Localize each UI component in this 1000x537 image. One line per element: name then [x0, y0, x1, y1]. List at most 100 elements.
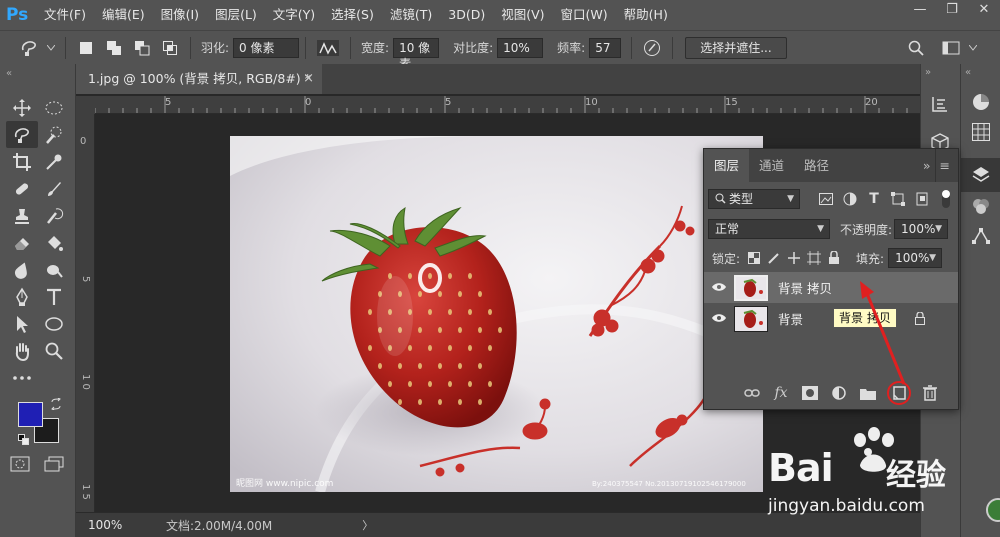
blur-tool-icon[interactable]: [6, 256, 38, 283]
blend-mode-dropdown[interactable]: 正常 ▼: [708, 219, 830, 239]
adjustment-icon[interactable]: [829, 383, 849, 403]
fx-icon[interactable]: fx: [771, 383, 791, 403]
type-tool-icon[interactable]: [38, 283, 70, 310]
filter-shape-icon[interactable]: [888, 189, 908, 209]
menu-type[interactable]: 文字(Y): [265, 0, 323, 30]
menu-view[interactable]: 视图(V): [493, 0, 552, 30]
default-colors-icon[interactable]: [18, 434, 30, 446]
layer-thumbnail[interactable]: [734, 305, 768, 332]
tab-layers[interactable]: 图层: [704, 149, 750, 182]
dodge-tool-icon[interactable]: [38, 256, 70, 283]
channels-panel-icon[interactable]: [971, 196, 991, 219]
contrast-input[interactable]: 10%: [497, 37, 544, 58]
document-canvas[interactable]: 昵图网 www.nipic.com By:240375547 No.201307…: [230, 136, 763, 492]
collapse-icon[interactable]: «: [6, 68, 12, 79]
layer-filter-dropdown[interactable]: 类型 ▼: [708, 189, 800, 209]
folder-icon[interactable]: [858, 383, 878, 403]
filter-type-icon[interactable]: T: [864, 189, 884, 209]
lock-transparent-icon[interactable]: [744, 248, 764, 268]
brush-tool-icon[interactable]: [38, 175, 70, 202]
zoom-tool-icon[interactable]: [38, 337, 70, 364]
close-tab-icon[interactable]: ×: [303, 64, 314, 94]
vertical-ruler[interactable]: 0 5 1 0 1 5: [76, 114, 95, 512]
intersect-selection-icon[interactable]: [159, 37, 181, 59]
filter-adjustment-icon[interactable]: [840, 189, 860, 209]
layer-thumbnail[interactable]: [734, 274, 768, 301]
paths-panel-icon[interactable]: [971, 226, 991, 249]
width-input[interactable]: 10 像素: [393, 37, 440, 71]
magnetic-lasso-preset-icon[interactable]: [18, 37, 40, 59]
pen-pressure-icon[interactable]: [641, 37, 663, 59]
healing-brush-tool-icon[interactable]: [6, 175, 38, 202]
hand-tool-icon[interactable]: [6, 337, 38, 364]
restore-button[interactable]: ❐: [936, 0, 968, 20]
horizontal-ruler[interactable]: 5 0 5 10 15 20: [95, 96, 920, 114]
quick-selection-tool-icon[interactable]: [38, 121, 70, 148]
menu-file[interactable]: 文件(F): [36, 0, 94, 30]
document-tab[interactable]: 1.jpg @ 100% (背景 拷贝, RGB/8#) * ×: [76, 64, 322, 94]
lock-pixels-icon[interactable]: [764, 248, 784, 268]
history-brush-tool-icon[interactable]: [38, 202, 70, 229]
tablet-pressure-icon[interactable]: [315, 37, 341, 59]
new-selection-icon[interactable]: [75, 37, 97, 59]
menu-edit[interactable]: 编辑(E): [94, 0, 153, 30]
menu-help[interactable]: 帮助(H): [616, 0, 676, 30]
eraser-tool-icon[interactable]: [6, 229, 38, 256]
panel-menu-icon[interactable]: ≡: [934, 149, 958, 182]
filter-toggle[interactable]: [942, 190, 950, 208]
menu-select[interactable]: 选择(S): [323, 0, 382, 30]
tab-channels[interactable]: 通道: [749, 149, 794, 182]
visibility-eye-icon[interactable]: [704, 312, 734, 326]
subtract-selection-icon[interactable]: [131, 37, 153, 59]
workspace-icon[interactable]: [940, 37, 962, 59]
menu-layer[interactable]: 图层(L): [207, 0, 265, 30]
crop-tool-icon[interactable]: [6, 148, 38, 175]
menu-filter[interactable]: 滤镜(T): [382, 0, 440, 30]
collapse-icon[interactable]: »: [925, 67, 931, 78]
zoom-level[interactable]: 100%: [76, 518, 152, 532]
filter-pixel-icon[interactable]: [816, 189, 836, 209]
color-panel-icon[interactable]: [971, 92, 991, 115]
minimize-button[interactable]: —: [904, 0, 936, 20]
mask-icon[interactable]: [800, 383, 820, 403]
layers-panel-icon[interactable]: [961, 158, 1000, 192]
swap-colors-icon[interactable]: [50, 397, 62, 411]
trash-icon[interactable]: [920, 383, 940, 403]
marquee-tool-icon[interactable]: [38, 94, 70, 121]
tab-paths[interactable]: 路径: [794, 149, 839, 182]
chevron-down-icon[interactable]: [968, 37, 978, 59]
pen-tool-icon[interactable]: [6, 283, 38, 310]
quick-mask-icon[interactable]: [10, 456, 30, 475]
new-layer-icon[interactable]: [887, 381, 911, 405]
magnetic-lasso-tool-icon[interactable]: [6, 121, 38, 148]
collapse-icon[interactable]: «: [965, 67, 971, 78]
layer-name[interactable]: 背景: [778, 309, 803, 328]
feather-input[interactable]: 0 像素: [233, 37, 300, 58]
layer-name[interactable]: 背景 拷贝: [778, 278, 832, 297]
move-tool-icon[interactable]: [6, 94, 38, 121]
screen-mode-icon[interactable]: [44, 456, 64, 475]
history-panel-icon[interactable]: [930, 94, 950, 117]
layer-row[interactable]: 背景 拷贝: [704, 272, 958, 303]
search-icon[interactable]: [905, 37, 927, 59]
status-menu-icon[interactable]: 〉: [362, 517, 373, 533]
expand-panel-icon[interactable]: »: [919, 149, 935, 182]
lock-artboard-icon[interactable]: [804, 248, 824, 268]
menu-image[interactable]: 图像(I): [153, 0, 207, 30]
select-and-mask-button[interactable]: 选择并遮住...: [685, 36, 787, 59]
menu-window[interactable]: 窗口(W): [553, 0, 616, 30]
close-button[interactable]: ✕: [968, 0, 1000, 20]
filter-smart-object-icon[interactable]: [912, 189, 932, 209]
opacity-input[interactable]: 100% ▼: [894, 219, 949, 239]
add-selection-icon[interactable]: [103, 37, 125, 59]
swatches-panel-icon[interactable]: [971, 122, 991, 145]
path-selection-tool-icon[interactable]: [6, 310, 38, 337]
lock-all-icon[interactable]: [824, 248, 844, 268]
frequency-input[interactable]: 57: [589, 37, 622, 58]
lock-position-icon[interactable]: [784, 248, 804, 268]
link-icon[interactable]: [742, 383, 762, 403]
eyedropper-tool-icon[interactable]: [38, 148, 70, 175]
layer-row[interactable]: 背景: [704, 303, 958, 334]
fill-input[interactable]: 100% ▼: [888, 248, 943, 268]
foreground-color-swatch[interactable]: [18, 402, 43, 427]
